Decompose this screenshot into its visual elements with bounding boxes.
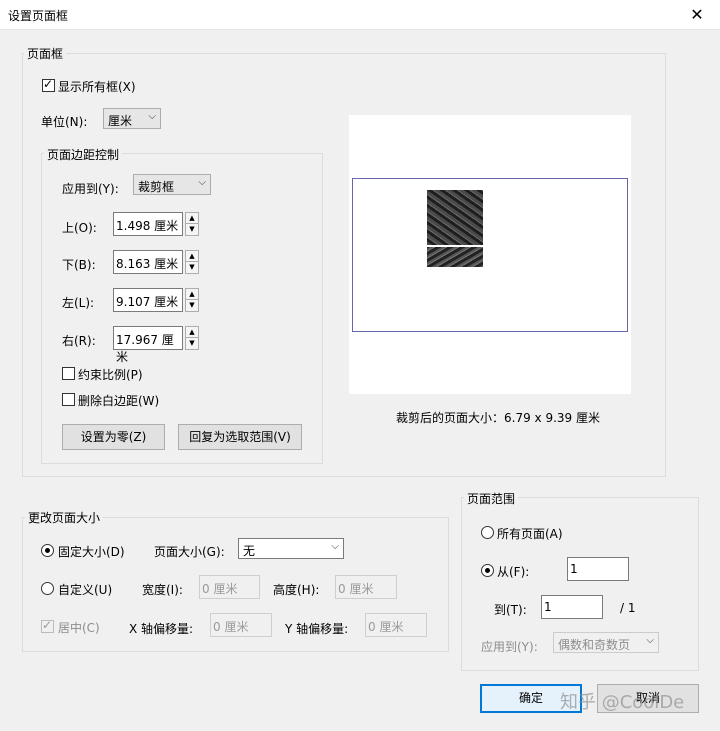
spin-down-icon[interactable]: ▼ [186, 262, 198, 273]
chevron-down-icon: ⌵ [148, 111, 156, 122]
set-to-zero-button[interactable]: 设置为零(Z) [62, 424, 165, 450]
apply-to-select-value: 裁剪框 [138, 180, 175, 194]
constrain-proportions-label[interactable]: 约束比例(P) [78, 366, 143, 383]
unit-select[interactable]: 厘米 ⌵ [103, 108, 161, 129]
y-offset-input[interactable]: 0 厘米 [365, 613, 427, 637]
apply-to-label: 应用到(Y): [62, 182, 119, 196]
close-icon[interactable]: ✕ [674, 0, 720, 30]
bottom-margin-value: 8.163 厘米 [116, 257, 179, 271]
page-boxes-legend: 页面框 [24, 45, 67, 62]
top-margin-input[interactable]: 1.498 厘米 [113, 212, 183, 236]
page-from-input[interactable]: 1 [567, 557, 629, 581]
x-offset-value: 0 厘米 [213, 620, 249, 634]
unit-select-value: 厘米 [108, 114, 133, 128]
right-margin-value: 17.967 厘米 [116, 333, 174, 364]
y-offset-label: Y 轴偏移量: [285, 622, 349, 636]
title-bar: 设置页面框 ✕ [0, 0, 720, 30]
center-checkbox[interactable] [41, 618, 54, 633]
custom-size-radio[interactable] [41, 582, 54, 595]
cropped-size-text: 裁剪后的页面大小：6.79 x 9.39 厘米 [396, 411, 600, 425]
height-input[interactable]: 0 厘米 [335, 575, 397, 599]
spin-up-icon[interactable]: ▲ [186, 213, 198, 224]
top-margin-label: 上(O): [62, 221, 97, 235]
spin-down-icon[interactable]: ▼ [186, 338, 198, 349]
bottom-margin-input[interactable]: 8.163 厘米 [113, 250, 183, 274]
range-apply-to-label: 应用到(Y): [481, 640, 538, 654]
x-offset-label: X 轴偏移量: [129, 622, 194, 636]
show-all-boxes-checkbox[interactable] [42, 77, 55, 92]
left-margin-input[interactable]: 9.107 厘米 [113, 288, 183, 312]
height-label: 高度(H): [273, 583, 320, 597]
right-margin-input[interactable]: 17.967 厘米 [113, 326, 183, 364]
y-offset-value: 0 厘米 [368, 620, 404, 634]
left-margin-stepper[interactable]: ▲ ▼ [185, 288, 199, 312]
revert-to-selection-button[interactable]: 回复为选取范围(V) [178, 424, 302, 450]
center-label[interactable]: 居中(C) [58, 619, 100, 636]
bottom-margin-label: 下(B): [62, 258, 96, 272]
set-to-zero-label: 设置为零(Z) [80, 430, 147, 444]
remove-white-margins-label[interactable]: 删除白边距(W) [78, 392, 159, 409]
margin-control-legend: 页面边距控制 [44, 146, 123, 163]
width-value: 0 厘米 [202, 582, 238, 596]
x-offset-input[interactable]: 0 厘米 [210, 613, 272, 637]
page-from-radio[interactable] [481, 564, 494, 577]
page-to-value: 1 [544, 600, 552, 614]
watermark-text: 知乎 @CoolDe [560, 692, 685, 713]
page-from-label[interactable]: 从(F): [497, 563, 529, 580]
page-to-label: 到(T): [494, 603, 527, 617]
right-margin-stepper[interactable]: ▲ ▼ [185, 326, 199, 350]
all-pages-label[interactable]: 所有页面(A) [497, 525, 563, 542]
page-size-select[interactable]: 无 ⌵ [238, 538, 344, 559]
page-size-value: 无 [243, 544, 256, 558]
page-size-label: 页面大小(G): [154, 545, 225, 559]
page-range-legend: 页面范围 [464, 490, 519, 507]
page-total-text: / 1 [620, 601, 636, 615]
top-margin-stepper[interactable]: ▲ ▼ [185, 212, 199, 236]
spin-up-icon[interactable]: ▲ [186, 289, 198, 300]
show-all-boxes-label[interactable]: 显示所有框(X) [58, 78, 136, 95]
revert-to-selection-label: 回复为选取范围(V) [189, 430, 291, 444]
ok-label: 确定 [518, 691, 543, 705]
fixed-size-radio[interactable] [41, 544, 54, 557]
fixed-size-label[interactable]: 固定大小(D) [58, 543, 125, 560]
constrain-proportions-checkbox[interactable] [62, 367, 75, 380]
left-margin-label: 左(L): [62, 296, 95, 310]
window-title: 设置页面框 [8, 9, 69, 23]
chevron-down-icon: ⌵ [331, 541, 339, 552]
range-apply-to-value: 偶数和奇数页 [558, 638, 631, 652]
page-thumbnail-image [427, 190, 483, 267]
chevron-down-icon: ⌵ [646, 635, 654, 646]
all-pages-radio[interactable] [481, 526, 494, 539]
spin-up-icon[interactable]: ▲ [186, 327, 198, 338]
spin-up-icon[interactable]: ▲ [186, 251, 198, 262]
right-margin-label: 右(R): [62, 334, 96, 348]
height-value: 0 厘米 [338, 582, 374, 596]
page-from-value: 1 [570, 562, 578, 576]
range-apply-to-select[interactable]: 偶数和奇数页 ⌵ [553, 632, 659, 653]
custom-size-label[interactable]: 自定义(U) [58, 581, 112, 598]
bottom-margin-stepper[interactable]: ▲ ▼ [185, 250, 199, 274]
left-margin-value: 9.107 厘米 [116, 295, 179, 309]
unit-label: 单位(N): [41, 115, 88, 129]
spin-down-icon[interactable]: ▼ [186, 300, 198, 311]
remove-white-margins-checkbox[interactable] [62, 393, 75, 406]
width-input[interactable]: 0 厘米 [199, 575, 260, 599]
change-size-legend: 更改页面大小 [25, 509, 104, 526]
page-to-input[interactable]: 1 [541, 595, 603, 619]
page-boundary-rect [352, 178, 628, 332]
apply-to-select[interactable]: 裁剪框 ⌵ [133, 174, 211, 195]
spin-down-icon[interactable]: ▼ [186, 224, 198, 235]
width-label: 宽度(I): [142, 583, 183, 597]
chevron-down-icon: ⌵ [198, 177, 206, 188]
top-margin-value: 1.498 厘米 [116, 219, 179, 233]
